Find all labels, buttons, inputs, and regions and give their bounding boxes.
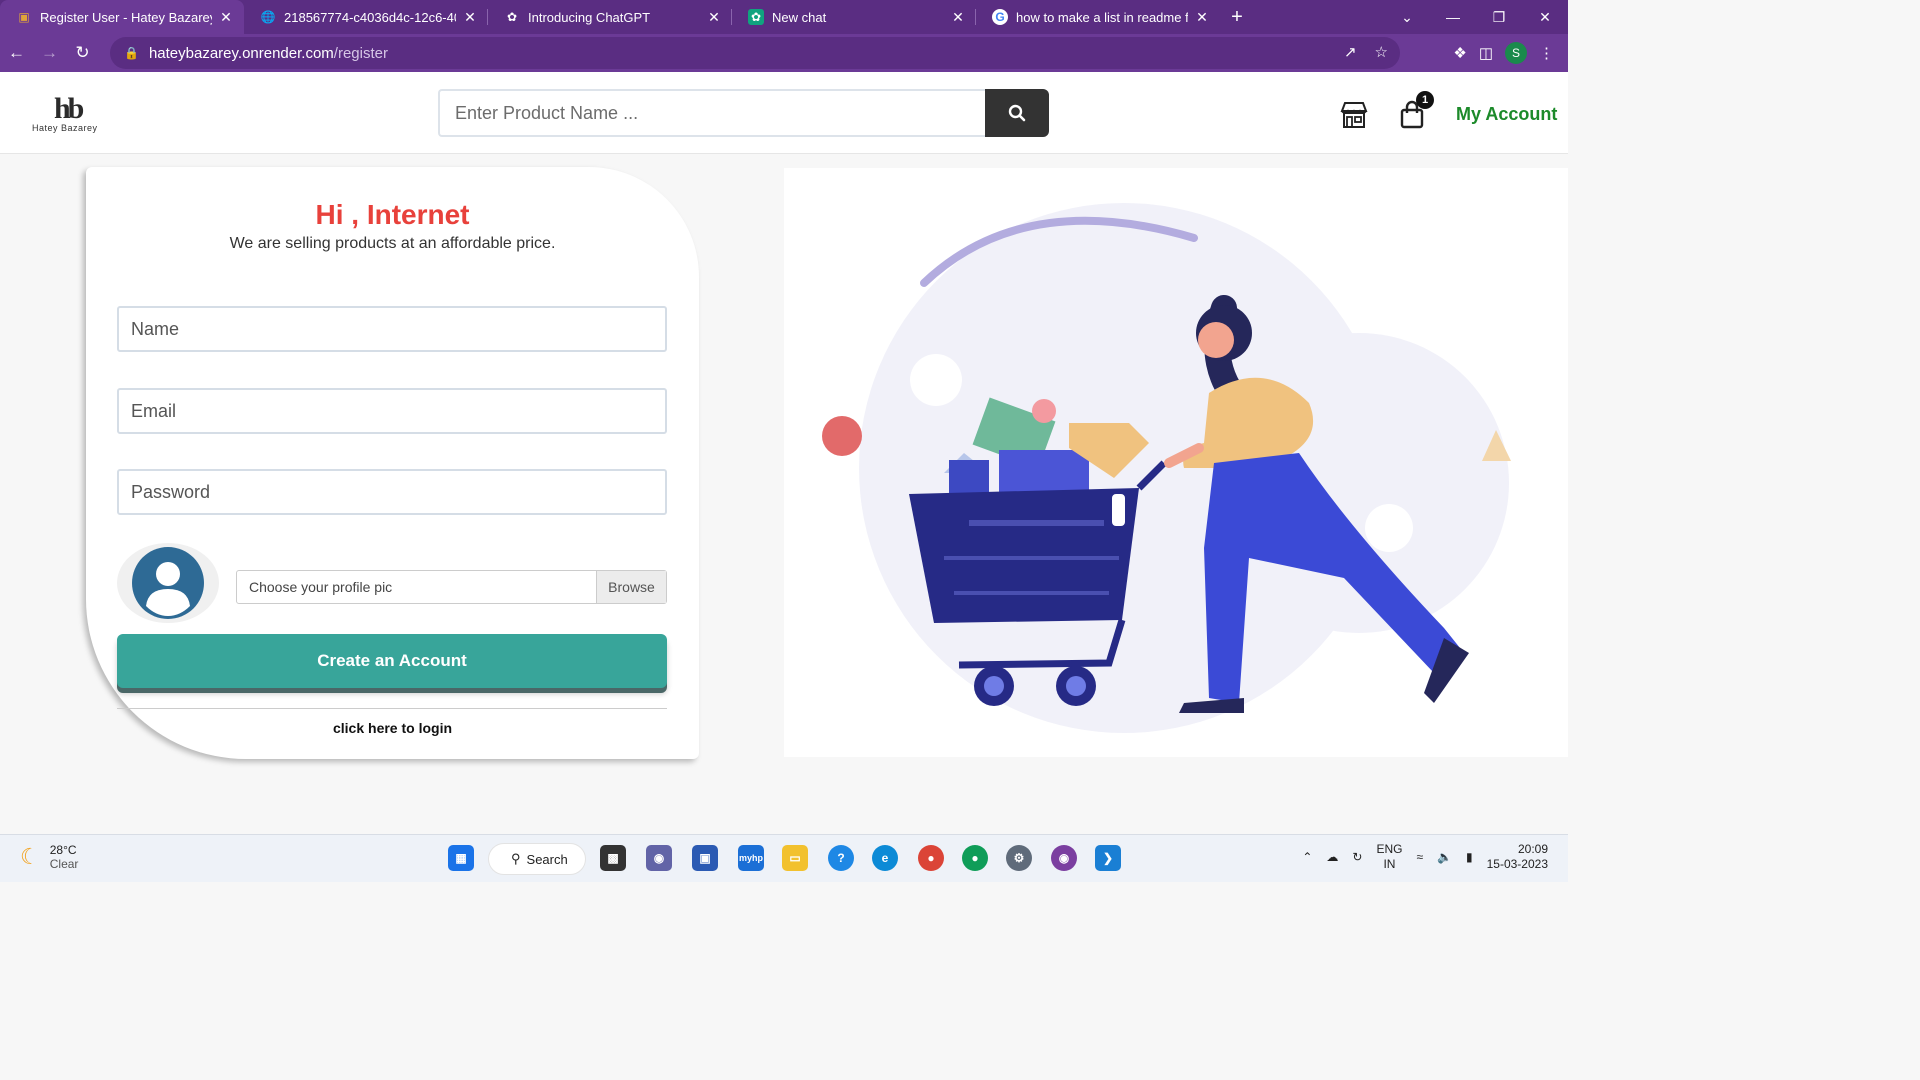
moon-icon: ☾	[20, 844, 40, 869]
my-account-link[interactable]: My Account	[1456, 104, 1557, 125]
profile-pic-file-input[interactable]: Choose your profile pic Browse	[236, 570, 667, 604]
chatgpt-icon: ✿	[748, 9, 764, 25]
tab-search-icon[interactable]: ⌄	[1384, 9, 1430, 26]
lock-icon: 🔒	[124, 46, 139, 60]
user-avatar-icon	[132, 547, 204, 619]
menu-kebab-icon[interactable]: ⋮	[1539, 44, 1554, 62]
file-explorer-icon[interactable]: ▭	[782, 845, 808, 871]
tab-new-chat[interactable]: ✿ New chat ✕	[732, 0, 976, 34]
teams-chat-icon[interactable]: ◉	[646, 845, 672, 871]
product-search-input[interactable]	[438, 89, 986, 137]
url-field[interactable]: 🔒 hateybazarey.onrender.com/register ↗ ☆	[110, 37, 1400, 69]
shopping-illustration	[784, 168, 1568, 757]
clock[interactable]: 20:09 15-03-2023	[1487, 842, 1548, 872]
close-tab-icon[interactable]: ✕	[950, 9, 966, 26]
new-tab-button[interactable]: +	[1220, 6, 1254, 29]
bookmark-star-icon[interactable]: ☆	[1375, 43, 1388, 61]
store-icon[interactable]	[1339, 100, 1369, 130]
password-field[interactable]	[117, 469, 667, 515]
woman-shopping-cart-image	[822, 203, 1511, 733]
product-search	[438, 89, 1049, 137]
reload-icon[interactable]: ↻	[66, 43, 99, 63]
site-favicon-icon: ▣	[18, 10, 30, 24]
close-window-icon[interactable]: ✕	[1522, 9, 1568, 26]
vscode-icon[interactable]: ❯	[1095, 845, 1121, 871]
greeting-heading: Hi , Internet	[315, 199, 470, 230]
help-icon[interactable]: ?	[828, 845, 854, 871]
microsoft-store-icon[interactable]: ▣	[692, 845, 718, 871]
search-button[interactable]	[985, 89, 1049, 137]
tab-introducing-chatgpt[interactable]: ✿ Introducing ChatGPT ✕	[488, 0, 732, 34]
onedrive-cloud-icon[interactable]: ☁	[1326, 850, 1338, 864]
site-header: hb Hatey Bazarey 1 My Account	[0, 72, 1568, 154]
tab-google-search[interactable]: G how to make a list in readme file ✕	[976, 0, 1220, 34]
forward-icon[interactable]: →	[33, 43, 66, 63]
login-link[interactable]: click here to login	[86, 720, 699, 736]
tab-github-image[interactable]: 🌐 218567774-c4036d4c-12c6-400d ✕	[244, 0, 488, 34]
cart-count-badge: 1	[1416, 91, 1434, 109]
side-panel-icon[interactable]: ◫	[1479, 44, 1493, 62]
chrome-profile-icon[interactable]: ●	[962, 845, 988, 871]
chrome-icon[interactable]: ●	[918, 845, 944, 871]
volume-icon[interactable]: 🔈	[1437, 850, 1452, 864]
window-controls: ⌄ — ❐ ✕	[1384, 0, 1568, 34]
name-field[interactable]	[117, 306, 667, 352]
taskbar-search[interactable]: ⚲ Search	[488, 843, 586, 875]
openai-icon: ✿	[506, 10, 518, 24]
minimize-icon[interactable]: —	[1430, 9, 1476, 25]
chevron-up-icon[interactable]: ⌃	[1302, 850, 1312, 864]
settings-gear-icon[interactable]: ⚙	[1006, 845, 1032, 871]
extensions-puzzle-icon[interactable]: ❖	[1453, 44, 1466, 62]
battery-icon[interactable]: ▮	[1466, 850, 1473, 864]
restore-icon[interactable]: ❐	[1476, 9, 1522, 26]
search-icon	[1008, 104, 1026, 122]
profile-pic-preview	[117, 543, 219, 623]
site-logo[interactable]: hb Hatey Bazarey	[32, 92, 124, 136]
globe-icon: 🌐	[260, 10, 276, 24]
sync-icon[interactable]: ↻	[1352, 850, 1362, 864]
close-tab-icon[interactable]: ✕	[706, 9, 722, 26]
create-account-button[interactable]: Create an Account	[117, 634, 667, 688]
close-tab-icon[interactable]: ✕	[1194, 9, 1210, 26]
back-icon[interactable]: ←	[0, 43, 33, 63]
email-field[interactable]	[117, 388, 667, 434]
windows-taskbar: ☾ 28°C Clear ▦ ⚲ Search ▩ ◉ ▣ myhp ▭ ? e …	[0, 834, 1568, 882]
github-desktop-icon[interactable]: ◉	[1051, 845, 1077, 871]
greeting-subtitle: We are selling products at an affordable…	[229, 235, 556, 252]
share-icon[interactable]: ↗	[1344, 43, 1357, 61]
edge-browser-icon[interactable]: e	[872, 845, 898, 871]
register-card: Hi , Internet We are selling products at…	[86, 167, 699, 759]
google-icon: G	[992, 9, 1008, 25]
divider	[117, 708, 667, 709]
wifi-icon[interactable]: ≈	[1416, 850, 1423, 864]
address-bar-row: ← → ↻ 🔒 hateybazarey.onrender.com/regist…	[0, 34, 1568, 72]
task-view-icon[interactable]: ▩	[600, 845, 626, 871]
search-icon: ⚲	[511, 851, 521, 866]
close-tab-icon[interactable]: ✕	[462, 9, 478, 26]
tab-register-user[interactable]: ▣ Register User - Hatey Bazarey ✕	[0, 0, 244, 34]
close-tab-icon[interactable]: ✕	[218, 9, 234, 26]
browse-button[interactable]: Browse	[596, 571, 666, 603]
system-tray: ⌃ ☁ ↻ ENG IN ≈ 🔈 ▮ 20:09 15-03-2023	[1302, 842, 1548, 872]
windows-start-icon[interactable]: ▦	[448, 845, 474, 871]
language-indicator[interactable]: ENG IN	[1376, 842, 1402, 872]
weather-widget[interactable]: ☾ 28°C Clear	[20, 843, 78, 871]
myhp-icon[interactable]: myhp	[738, 845, 764, 871]
browser-tab-strip: ▣ Register User - Hatey Bazarey ✕ 🌐 2185…	[0, 0, 1568, 34]
profile-avatar[interactable]: S	[1505, 42, 1527, 64]
